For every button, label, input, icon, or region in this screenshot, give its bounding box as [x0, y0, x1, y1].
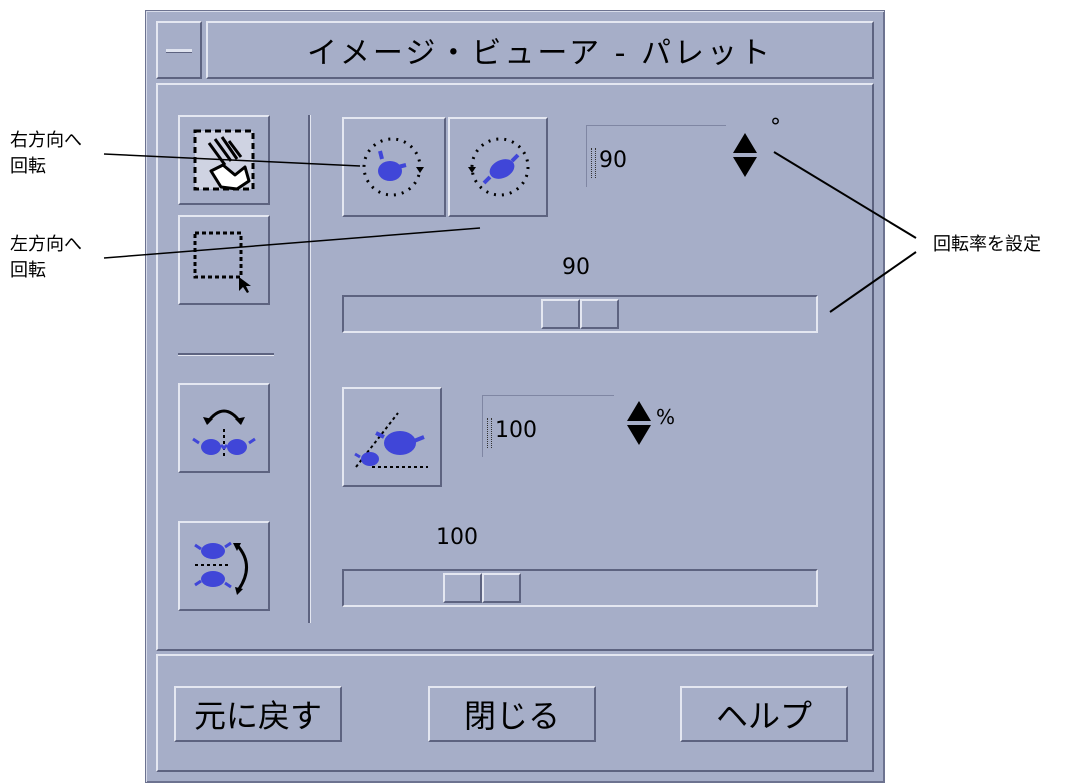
leader-rate-slider: [829, 251, 917, 313]
leader-rotate-left: [103, 227, 481, 259]
callout-leader-lines: [103, 151, 917, 313]
leader-rotate-right: [103, 153, 361, 167]
leader-rate-spin: [773, 151, 917, 239]
